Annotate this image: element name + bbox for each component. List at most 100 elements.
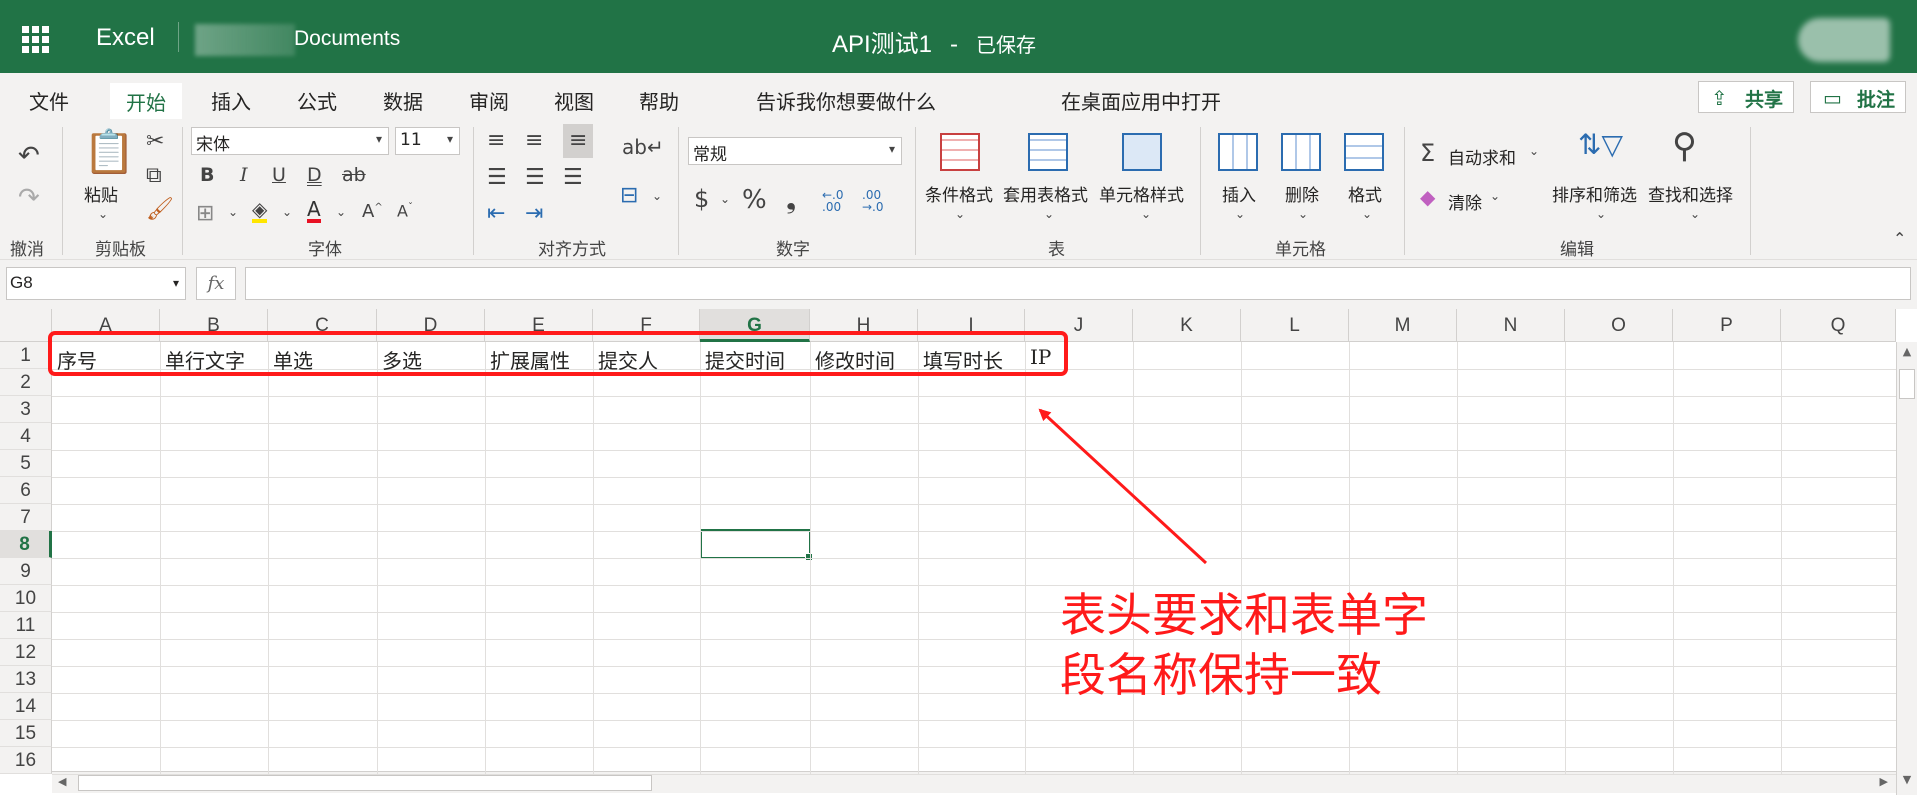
share-button[interactable]: ⇪ 共享 xyxy=(1698,81,1794,113)
format-cells-button[interactable]: 格式 xyxy=(1348,181,1382,206)
worksheet-grid[interactable]: ▲ ▼ ◀ ▶ A B C D E F G H I J K L M N O P Q 1 2 3 4 5 6 7 8 9 10 11 12… xyxy=(0,309,1917,795)
align-center-icon[interactable]: ☰ xyxy=(525,167,545,189)
chevron-down-icon[interactable]: ⌄ xyxy=(1141,207,1151,221)
cut-icon[interactable]: ✂ xyxy=(146,131,164,153)
tab-insert[interactable]: 插入 xyxy=(211,86,251,115)
chevron-down-icon[interactable]: ⌄ xyxy=(1490,189,1500,203)
chevron-down-icon[interactable]: ⌄ xyxy=(336,205,346,219)
find-select-button[interactable]: 查找和选择 xyxy=(1648,181,1733,206)
active-cell-g8[interactable] xyxy=(700,529,813,561)
cell-styles-button[interactable]: 单元格样式 xyxy=(1099,181,1184,206)
undo-icon[interactable]: ↶ xyxy=(18,143,40,169)
horizontal-scroll-thumb[interactable] xyxy=(78,775,652,791)
tab-review[interactable]: 审阅 xyxy=(469,86,509,115)
delete-cells-button[interactable]: 删除 xyxy=(1285,181,1319,206)
vertical-scrollbar[interactable]: ▲ ▼ xyxy=(1896,342,1917,795)
chevron-down-icon[interactable]: ⌄ xyxy=(282,205,292,219)
select-all-corner[interactable] xyxy=(0,309,52,342)
shrink-font-icon[interactable]: Aˇ xyxy=(397,203,413,219)
row-header-1[interactable]: 1 xyxy=(0,342,52,369)
autosum-button[interactable]: 自动求和 xyxy=(1448,144,1516,169)
double-underline-button[interactable]: D xyxy=(307,166,322,185)
chevron-down-icon[interactable]: ⌄ xyxy=(98,207,108,221)
format-as-table-icon[interactable] xyxy=(1028,133,1068,171)
tell-me-search[interactable]: 告诉我你想要做什么 xyxy=(756,86,936,115)
row-header-7[interactable]: 7 xyxy=(0,504,52,531)
align-left-icon[interactable]: ☰ xyxy=(487,167,507,189)
insert-function-button[interactable]: fx xyxy=(196,267,236,300)
decrease-indent-icon[interactable]: ⇤ xyxy=(487,203,505,225)
increase-decimal-button[interactable]: ←.0 .00 xyxy=(822,189,852,213)
tab-formulas[interactable]: 公式 xyxy=(297,86,337,115)
format-painter-icon[interactable]: 🖌 xyxy=(146,199,174,221)
name-box[interactable]: G8 ▾ xyxy=(6,267,186,300)
redo-icon[interactable]: ↷ xyxy=(18,185,40,211)
tab-file[interactable]: 文件 xyxy=(29,86,69,115)
fill-color-icon[interactable]: ◈ xyxy=(252,199,268,223)
comments-button[interactable]: ▭ 批注 xyxy=(1810,81,1906,113)
scroll-up-icon[interactable]: ▲ xyxy=(1899,345,1915,363)
row-header-2[interactable]: 2 xyxy=(0,369,52,396)
row-header-15[interactable]: 15 xyxy=(0,720,52,747)
row-header-10[interactable]: 10 xyxy=(0,585,52,612)
chevron-down-icon[interactable]: ⌄ xyxy=(228,205,238,219)
collapse-ribbon-icon[interactable]: ⌃ xyxy=(1893,229,1906,248)
font-size-select[interactable]: 11 ▾ xyxy=(395,127,460,155)
vertical-scroll-thumb[interactable] xyxy=(1899,369,1915,399)
row-header-4[interactable]: 4 xyxy=(0,423,52,450)
tab-help[interactable]: 帮助 xyxy=(639,86,679,115)
align-top-icon[interactable]: ≡ xyxy=(487,130,505,152)
borders-icon[interactable]: ⊞ xyxy=(196,203,214,225)
copy-icon[interactable]: ⧉ xyxy=(146,165,162,187)
tab-data[interactable]: 数据 xyxy=(383,86,423,115)
app-launcher-icon[interactable] xyxy=(22,26,49,53)
wrap-text-icon[interactable]: ab↵ xyxy=(622,137,664,157)
app-name[interactable]: Excel xyxy=(96,24,155,52)
conditional-formatting-icon[interactable] xyxy=(940,133,980,171)
row-header-3[interactable]: 3 xyxy=(0,396,52,423)
row-header-8[interactable]: 8 xyxy=(0,531,52,558)
column-header-p[interactable]: P xyxy=(1673,309,1781,342)
insert-cells-icon[interactable] xyxy=(1218,133,1258,171)
column-header-l[interactable]: L xyxy=(1241,309,1349,342)
chevron-down-icon[interactable]: ⌄ xyxy=(720,192,730,206)
sort-filter-button[interactable]: 排序和筛选 xyxy=(1552,181,1637,206)
grow-font-icon[interactable]: A^ xyxy=(362,203,383,221)
clear-button[interactable]: 清除 xyxy=(1448,189,1482,214)
align-bottom-icon[interactable]: ≡ xyxy=(563,124,594,158)
open-in-desktop-link[interactable]: 在桌面应用中打开 xyxy=(1061,86,1221,115)
row-header-9[interactable]: 9 xyxy=(0,558,52,585)
decrease-decimal-button[interactable]: .00 →.0 xyxy=(862,189,892,213)
row-header-11[interactable]: 11 xyxy=(0,612,52,639)
increase-indent-icon[interactable]: ⇥ xyxy=(525,203,543,225)
breadcrumb[interactable]: Documents xyxy=(294,27,400,51)
number-format-select[interactable]: 常规 ▾ xyxy=(688,137,902,165)
chevron-down-icon[interactable]: ⌄ xyxy=(1298,207,1308,221)
row-header-5[interactable]: 5 xyxy=(0,450,52,477)
column-header-n[interactable]: N xyxy=(1457,309,1565,342)
comma-style-button[interactable]: ❟ xyxy=(786,187,796,213)
sort-filter-icon[interactable]: ⇅▽ xyxy=(1578,131,1623,159)
delete-cells-icon[interactable] xyxy=(1281,133,1321,171)
scroll-right-icon[interactable]: ▶ xyxy=(1880,775,1888,788)
column-header-q[interactable]: Q xyxy=(1781,309,1896,342)
row-header-12[interactable]: 12 xyxy=(0,639,52,666)
percent-button[interactable]: % xyxy=(742,187,767,213)
eraser-icon[interactable]: ◆ xyxy=(1420,187,1435,207)
paste-icon[interactable]: 📋 xyxy=(83,131,135,173)
chevron-down-icon[interactable]: ⌄ xyxy=(1596,207,1606,221)
merge-center-icon[interactable]: ⊟ xyxy=(620,185,638,207)
underline-button[interactable]: U xyxy=(272,166,286,185)
formula-input[interactable] xyxy=(245,267,1911,300)
strikethrough-button[interactable]: ab xyxy=(342,166,366,185)
row-header-13[interactable]: 13 xyxy=(0,666,52,693)
conditional-formatting-button[interactable]: 条件格式 xyxy=(925,181,993,206)
currency-button[interactable]: $ xyxy=(694,187,709,211)
font-name-select[interactable]: 宋体 ▾ xyxy=(191,127,389,155)
font-color-icon[interactable]: A xyxy=(307,199,321,223)
format-cells-icon[interactable] xyxy=(1344,133,1384,171)
scroll-down-icon[interactable]: ▼ xyxy=(1899,773,1915,791)
document-title[interactable]: API测试1- 已保存 xyxy=(832,24,1036,59)
tab-view[interactable]: 视图 xyxy=(554,86,594,115)
align-middle-icon[interactable]: ≡ xyxy=(525,130,543,152)
